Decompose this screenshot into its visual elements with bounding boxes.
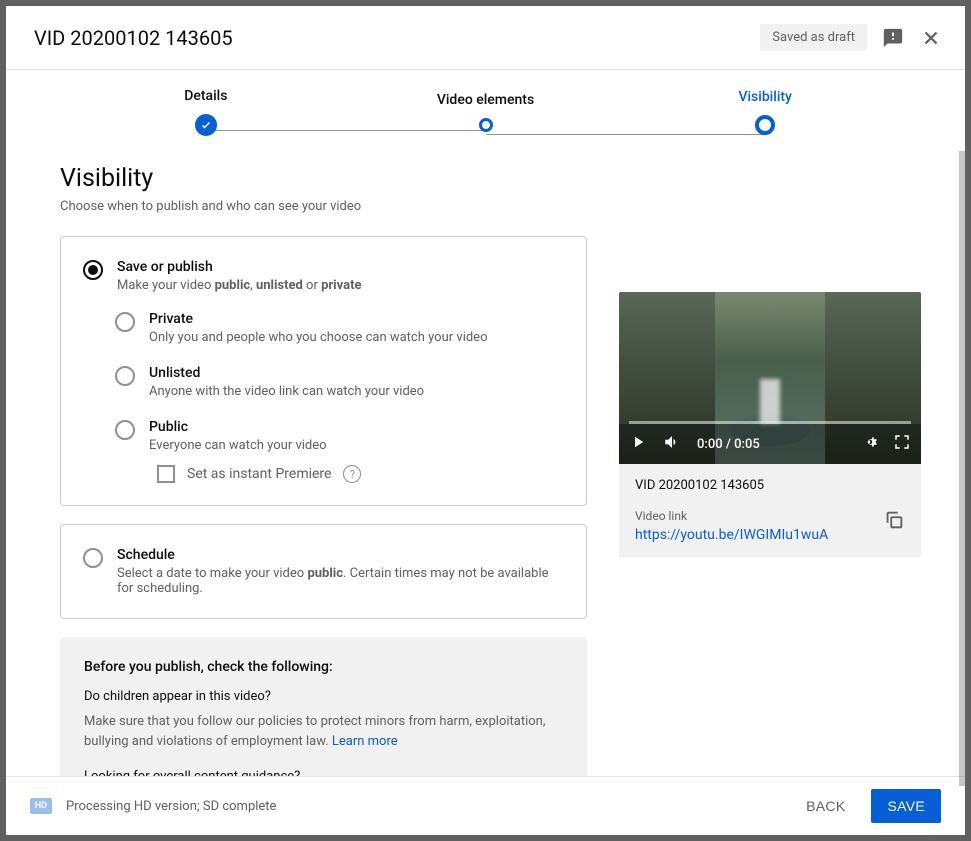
section-title: Visibility — [60, 164, 921, 193]
processing-status: Processing HD version; SD complete — [66, 799, 276, 814]
video-link-row: Video link https://youtu.be/IWGIMIu1wuA — [635, 509, 905, 543]
settings-icon[interactable] — [861, 433, 879, 455]
option-subtitle: Only you and people who you choose can w… — [149, 330, 488, 345]
checklist-body: Make sure that you follow our policies t… — [84, 712, 563, 751]
dialog-title: VID 20200102 143605 — [34, 26, 233, 50]
copy-icon[interactable] — [883, 509, 905, 535]
hd-badge-icon: HD — [30, 798, 52, 814]
save-or-publish-option[interactable]: Save or publish Make your video public, … — [83, 259, 564, 293]
step-video-elements[interactable]: Video elements — [346, 92, 626, 132]
learn-more-link[interactable]: Learn more — [332, 734, 398, 749]
option-subtitle: Select a date to make your video public.… — [117, 566, 564, 596]
checkmark-icon — [195, 114, 217, 136]
play-icon[interactable] — [629, 433, 647, 455]
video-preview-panel: 0:00 / 0:05 — [619, 292, 921, 557]
option-subtitle: Everyone can watch your video — [149, 438, 361, 453]
controls-right — [861, 433, 911, 455]
step-line — [206, 130, 486, 131]
radio-schedule[interactable] — [83, 548, 103, 568]
step-circle-icon — [755, 115, 775, 135]
video-player[interactable]: 0:00 / 0:05 — [619, 292, 921, 464]
feedback-icon[interactable] — [881, 26, 905, 50]
left-column: Save or publish Make your video public, … — [60, 236, 587, 776]
content-scroll-area[interactable]: Visibility Choose when to publish and wh… — [6, 164, 965, 776]
radio-unlisted[interactable] — [115, 366, 135, 386]
volume-icon[interactable] — [663, 433, 681, 455]
right-column: 0:00 / 0:05 — [619, 236, 921, 776]
private-option[interactable]: Private Only you and people who you choo… — [115, 311, 564, 345]
schedule-card: Schedule Select a date to make your vide… — [60, 524, 587, 619]
footer-actions: BACK SAVE — [792, 789, 941, 823]
option-title: Private — [149, 311, 488, 327]
video-link-url[interactable]: https://youtu.be/IWGIMIu1wuA — [635, 527, 828, 543]
close-icon[interactable] — [919, 26, 943, 50]
checklist-heading: Before you publish, check the following: — [84, 659, 563, 675]
option-title: Save or publish — [117, 259, 362, 275]
schedule-option[interactable]: Schedule Select a date to make your vide… — [83, 547, 564, 596]
upload-dialog: VID 20200102 143605 Saved as draft Detai… — [6, 6, 965, 835]
save-publish-card: Save or publish Make your video public, … — [60, 236, 587, 506]
save-button[interactable]: SAVE — [871, 789, 941, 823]
option-title: Unlisted — [149, 365, 424, 381]
fullscreen-icon[interactable] — [893, 433, 911, 455]
step-visibility[interactable]: Visibility — [625, 89, 905, 135]
video-link-label: Video link — [635, 509, 828, 523]
step-circle-icon — [479, 118, 493, 132]
help-icon[interactable]: ? — [343, 465, 361, 483]
radio-save-publish[interactable] — [83, 260, 103, 280]
premiere-label: Set as instant Premiere — [187, 466, 331, 482]
option-subtitle: Make your video public, unlisted or priv… — [117, 278, 362, 293]
publish-checklist-card: Before you publish, check the following:… — [60, 637, 587, 776]
video-time: 0:00 / 0:05 — [697, 437, 760, 452]
scrollbar[interactable] — [959, 151, 965, 786]
dialog-footer: HD Processing HD version; SD complete BA… — [6, 776, 965, 835]
back-button[interactable]: BACK — [792, 789, 859, 823]
dialog-header: VID 20200102 143605 Saved as draft — [6, 6, 965, 70]
video-name: VID 20200102 143605 — [635, 478, 905, 493]
video-controls: 0:00 / 0:05 — [619, 424, 921, 464]
video-info: VID 20200102 143605 Video link https://y… — [619, 464, 921, 557]
visibility-suboptions: Private Only you and people who you choo… — [115, 311, 564, 483]
controls-left: 0:00 / 0:05 — [629, 433, 760, 455]
footer-status-area: HD Processing HD version; SD complete — [30, 798, 276, 814]
two-column-layout: Save or publish Make your video public, … — [60, 236, 921, 776]
save-status-badge: Saved as draft — [760, 24, 867, 51]
checklist-question1: Do children appear in this video? — [84, 689, 563, 704]
step-details[interactable]: Details — [66, 88, 346, 136]
option-title: Public — [149, 419, 361, 435]
radio-public[interactable] — [115, 420, 135, 440]
checklist-question2: Looking for overall content guidance? — [84, 769, 563, 776]
radio-private[interactable] — [115, 312, 135, 332]
public-option[interactable]: Public Everyone can watch your video Set… — [115, 419, 564, 483]
section-subtitle: Choose when to publish and who can see y… — [60, 199, 921, 214]
option-title: Schedule — [117, 547, 564, 563]
checkbox-premiere[interactable] — [157, 465, 175, 483]
set-premiere-row: Set as instant Premiere ? — [157, 465, 361, 483]
unlisted-option[interactable]: Unlisted Anyone with the video link can … — [115, 365, 564, 399]
header-actions: Saved as draft — [760, 24, 943, 51]
stepper: Details Video elements Visibility — [6, 70, 965, 164]
step-line — [486, 134, 766, 135]
option-subtitle: Anyone with the video link can watch you… — [149, 384, 424, 399]
